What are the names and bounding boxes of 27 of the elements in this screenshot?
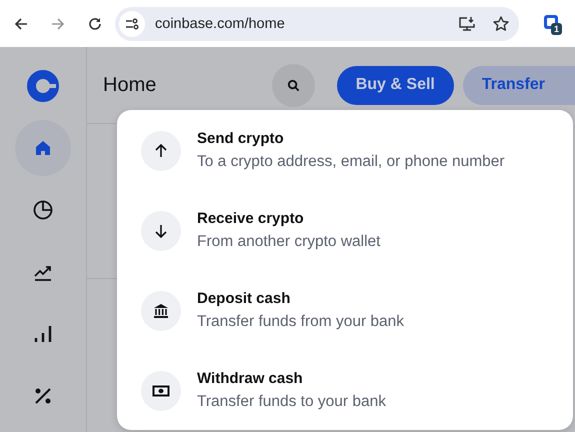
bank-icon bbox=[141, 291, 181, 331]
back-icon[interactable] bbox=[13, 16, 29, 32]
logo-icon[interactable] bbox=[27, 70, 59, 102]
primary-button[interactable]: Buy & Sell bbox=[336, 66, 454, 104]
install-icon[interactable] bbox=[458, 14, 476, 32]
menu-item[interactable]: Receive crypto From another crypto wallet bbox=[117, 191, 573, 271]
menu-item-title: Deposit cash bbox=[197, 290, 292, 306]
address-bar[interactable]: coinbase.com/home bbox=[115, 6, 519, 40]
menu-item-subtitle: Transfer funds to your bank bbox=[197, 392, 386, 410]
site-settings-icon[interactable] bbox=[119, 10, 145, 36]
menu-item-subtitle: From another crypto wallet bbox=[197, 232, 380, 250]
menu-item-subtitle: Transfer funds from your bank bbox=[197, 312, 404, 330]
menu-item-title: Withdraw cash bbox=[197, 370, 304, 386]
url-text: coinbase.com/home bbox=[155, 16, 286, 32]
page-title: Home bbox=[103, 74, 158, 96]
menu-item[interactable]: Withdraw cash Transfer funds to your bank bbox=[117, 351, 573, 431]
menu-item[interactable]: Deposit cash Transfer funds from your bank bbox=[117, 271, 573, 351]
menu-item-subtitle: To a crypto address, email, or phone number bbox=[197, 152, 505, 170]
reload-icon[interactable] bbox=[87, 16, 103, 32]
menu-item-title: Receive crypto bbox=[197, 210, 305, 226]
search-icon bbox=[286, 78, 300, 92]
menu-item[interactable]: Send crypto To a crypto address, email, or phone number bbox=[117, 111, 573, 191]
extension-badge: 1 bbox=[551, 22, 562, 34]
menu-item-title: Send crypto bbox=[197, 130, 285, 146]
forward-icon[interactable] bbox=[50, 16, 66, 32]
cash-icon bbox=[141, 371, 181, 411]
star-icon[interactable] bbox=[492, 14, 510, 32]
